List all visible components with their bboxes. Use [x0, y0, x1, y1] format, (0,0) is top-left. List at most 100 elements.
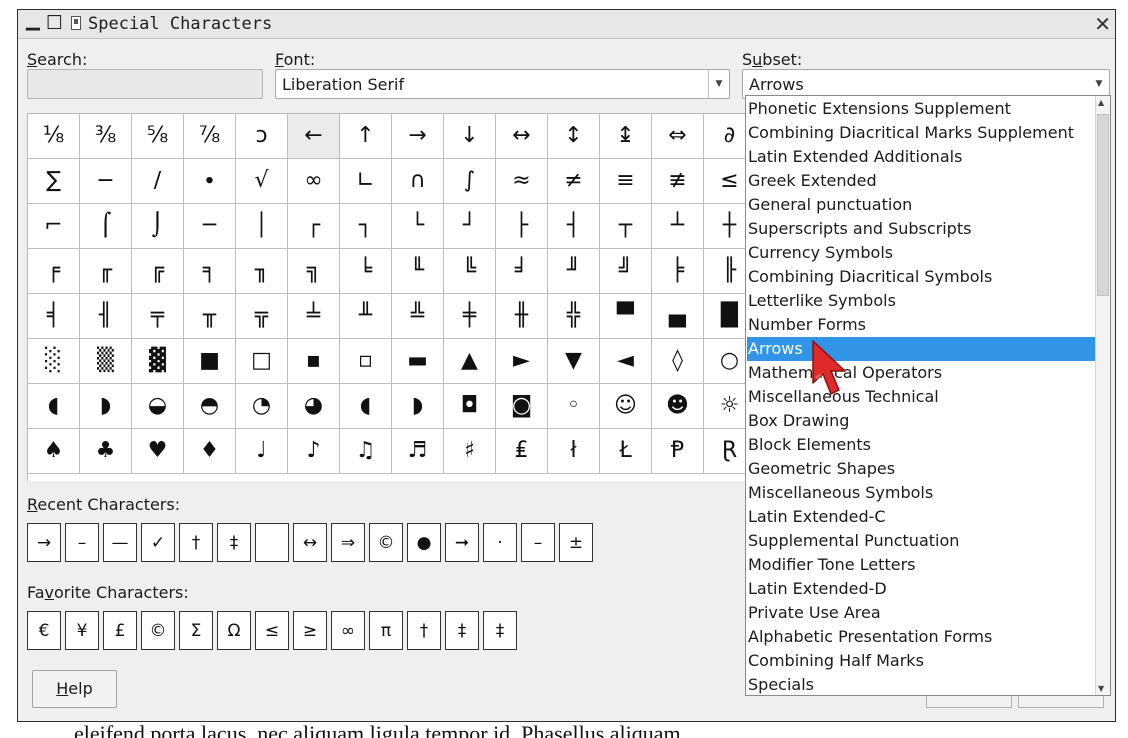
character-cell[interactable]: ╖	[236, 249, 288, 294]
recent-character[interactable]	[255, 523, 289, 562]
character-cell[interactable]: ☺	[600, 384, 652, 429]
character-cell[interactable]: ◖	[340, 384, 392, 429]
character-cell[interactable]: ├	[496, 204, 548, 249]
character-cell[interactable]: ◦	[548, 384, 600, 429]
character-cell[interactable]: ∟	[340, 159, 392, 204]
subset-option[interactable]: Letterlike Symbols	[747, 289, 1096, 313]
character-cell[interactable]: ≤	[704, 159, 748, 204]
character-cell[interactable]: ◓	[184, 384, 236, 429]
favorite-character[interactable]: ∞	[331, 611, 365, 650]
character-cell[interactable]: Ᵽ	[652, 429, 704, 474]
subset-option[interactable]: Combining Diacritical Marks Supplement	[747, 121, 1096, 145]
subset-option[interactable]: Latin Extended Additionals	[747, 145, 1096, 169]
subset-option[interactable]: Combining Diacritical Symbols	[747, 265, 1096, 289]
character-cell[interactable]: ⅞	[184, 114, 236, 159]
subset-option[interactable]: Block Elements	[747, 433, 1096, 457]
character-cell[interactable]: ┤	[548, 204, 600, 249]
character-cell[interactable]: ♫	[340, 429, 392, 474]
character-cell[interactable]: ♩	[236, 429, 288, 474]
subset-option[interactable]: Specials	[747, 673, 1096, 697]
character-cell[interactable]: ▲	[444, 339, 496, 384]
favorite-character[interactable]: Σ	[179, 611, 213, 650]
character-cell[interactable]: ♬	[392, 429, 444, 474]
favorite-character[interactable]: π	[369, 611, 403, 650]
subset-option[interactable]: Geometric Shapes	[747, 457, 1096, 481]
character-cell[interactable]: ⇔	[652, 114, 704, 159]
recent-character[interactable]: ±	[559, 523, 593, 562]
character-cell[interactable]: ╬	[548, 294, 600, 339]
subset-option[interactable]: Mathematical Operators	[747, 361, 1096, 385]
help-button[interactable]: Help	[32, 670, 117, 708]
character-cell[interactable]: ▼	[548, 339, 600, 384]
character-cell[interactable]: ≈	[496, 159, 548, 204]
scroll-up-icon[interactable]: ▲	[1098, 98, 1104, 107]
subset-option[interactable]: Miscellaneous Technical	[747, 385, 1096, 409]
character-cell[interactable]: │	[236, 204, 288, 249]
character-cell[interactable]: ∙	[184, 159, 236, 204]
character-cell[interactable]: ♥	[132, 429, 184, 474]
character-cell[interactable]: ◗	[80, 384, 132, 429]
recent-character[interactable]: ·	[483, 523, 517, 562]
character-cell[interactable]: ◗	[392, 384, 444, 429]
character-cell[interactable]: ◕	[288, 384, 340, 429]
favorite-character[interactable]: ‡	[445, 611, 479, 650]
character-cell[interactable]: ▄	[652, 294, 704, 339]
chevron-down-icon[interactable]: ▼	[708, 70, 729, 98]
subset-option[interactable]: Miscellaneous Symbols	[747, 481, 1096, 505]
character-cell[interactable]: ♦	[184, 429, 236, 474]
chevron-down-icon[interactable]: ▼	[1089, 70, 1109, 98]
character-cell[interactable]: ◊	[652, 339, 704, 384]
character-cell[interactable]: ░	[28, 339, 80, 384]
character-cell[interactable]: ╨	[340, 294, 392, 339]
recent-character[interactable]: ➞	[445, 523, 479, 562]
favorite-character[interactable]: ‡	[483, 611, 517, 650]
character-cell[interactable]: ┴	[652, 204, 704, 249]
character-cell[interactable]: ♯	[444, 429, 496, 474]
character-cell[interactable]: ╡	[28, 294, 80, 339]
character-cell[interactable]: ←	[288, 114, 340, 159]
character-cell[interactable]: ■	[184, 339, 236, 384]
font-combobox[interactable]: Liberation Serif ▼	[275, 69, 730, 99]
character-cell[interactable]: ⅜	[80, 114, 132, 159]
close-icon[interactable]: ✕	[1094, 12, 1111, 36]
character-cell[interactable]: ╧	[288, 294, 340, 339]
subset-option[interactable]: Modifier Tone Letters	[747, 553, 1096, 577]
character-cell[interactable]: ╒	[28, 249, 80, 294]
character-cell[interactable]: ∞	[288, 159, 340, 204]
search-input[interactable]	[27, 69, 263, 99]
character-cell[interactable]: ╞	[652, 249, 704, 294]
character-cell[interactable]: ┬	[600, 204, 652, 249]
character-cell[interactable]: ╤	[132, 294, 184, 339]
character-cell[interactable]: ⌐	[28, 204, 80, 249]
subset-option[interactable]: Latin Extended-C	[747, 505, 1096, 529]
character-cell[interactable]: ⅝	[132, 114, 184, 159]
subset-option[interactable]: Latin Extended-D	[747, 577, 1096, 601]
character-cell[interactable]: ⌠	[80, 204, 132, 249]
character-cell[interactable]: ╓	[80, 249, 132, 294]
character-cell[interactable]: ł	[548, 429, 600, 474]
character-cell[interactable]: −	[80, 159, 132, 204]
character-cell[interactable]: ▒	[80, 339, 132, 384]
character-cell[interactable]: ○	[704, 339, 748, 384]
recent-character[interactable]: ✓	[141, 523, 175, 562]
favorite-character[interactable]: ©	[141, 611, 175, 650]
character-cell[interactable]: ╪	[444, 294, 496, 339]
character-cell[interactable]: ─	[184, 204, 236, 249]
minimize-icon[interactable]: ▁	[26, 11, 40, 31]
subset-option[interactable]: Greek Extended	[747, 169, 1096, 193]
character-cell[interactable]: ┌	[288, 204, 340, 249]
character-cell[interactable]: ╕	[184, 249, 236, 294]
character-cell[interactable]: ↑	[340, 114, 392, 159]
character-cell[interactable]: ↕	[548, 114, 600, 159]
character-cell[interactable]: ∩	[392, 159, 444, 204]
character-cell[interactable]: ↨	[600, 114, 652, 159]
recent-character[interactable]: →	[27, 523, 61, 562]
favorite-character[interactable]: ≥	[293, 611, 327, 650]
character-cell[interactable]: ∂	[704, 114, 748, 159]
character-cell[interactable]: √	[236, 159, 288, 204]
character-cell[interactable]: ┐	[340, 204, 392, 249]
character-cell[interactable]: ╝	[600, 249, 652, 294]
recent-character[interactable]: ⇒	[331, 523, 365, 562]
recent-character[interactable]: ©	[369, 523, 403, 562]
favorite-character[interactable]: ≤	[255, 611, 289, 650]
